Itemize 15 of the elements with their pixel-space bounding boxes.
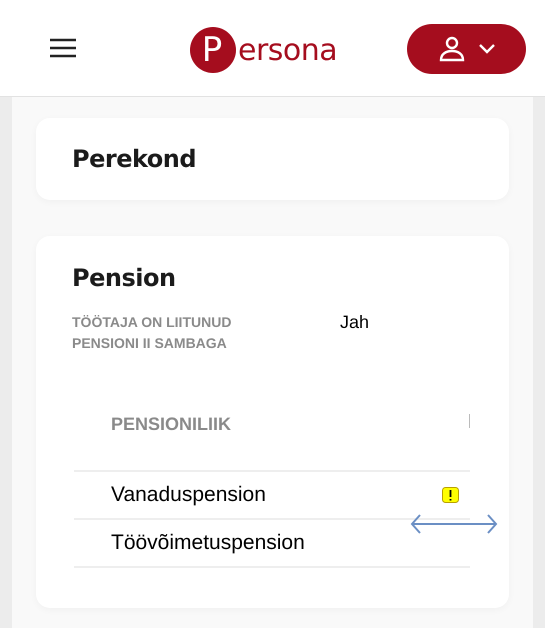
table-cell-text: Vanaduspension: [111, 482, 266, 508]
person-icon: [438, 36, 464, 62]
chevron-down-icon: [478, 44, 494, 54]
section-title: Perekond: [72, 144, 196, 175]
logo-text: ersona: [238, 34, 338, 68]
section-title: Pension: [72, 263, 177, 294]
menu-icon: [49, 38, 77, 58]
column-header: PENSIONILIIK: [111, 412, 232, 436]
field-label: TÖÖTAJA ON LIITUNUD PENSIONI II SAMBAGA: [72, 313, 232, 353]
user-menu-button[interactable]: [407, 24, 526, 74]
logo-initial: P: [190, 27, 236, 73]
table-cell-text: Töövõimetuspension: [111, 530, 305, 556]
resize-arrow-icon: [410, 512, 498, 536]
menu-button[interactable]: [48, 36, 78, 60]
field-value: Jah: [340, 312, 370, 334]
